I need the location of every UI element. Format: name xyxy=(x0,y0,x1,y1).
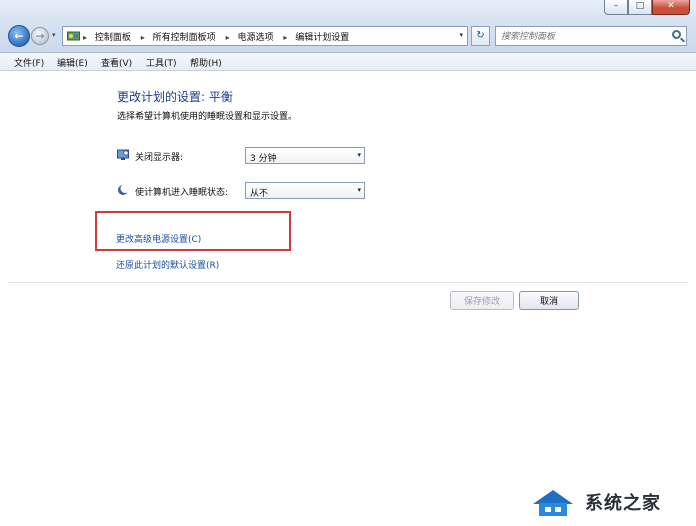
breadcrumb-separator[interactable]: ▸ xyxy=(141,33,145,42)
menu-tools[interactable]: 工具(T) xyxy=(146,56,177,69)
search-input[interactable] xyxy=(499,29,668,45)
house-logo-icon xyxy=(533,490,573,516)
restore-defaults-link[interactable]: 还原此计划的默认设置(R) xyxy=(116,258,219,271)
recent-pages-dropdown[interactable]: ▾ xyxy=(52,31,56,39)
divider xyxy=(8,282,688,283)
display-off-value: 3 分钟 xyxy=(250,154,277,164)
search-icon[interactable] xyxy=(672,30,681,39)
display-off-label: 关闭显示器: xyxy=(135,153,184,163)
breadcrumb-separator[interactable]: ▸ xyxy=(83,33,87,42)
menu-file[interactable]: 文件(F) xyxy=(14,56,44,69)
highlight-box xyxy=(95,211,291,251)
menu-help[interactable]: 帮助(H) xyxy=(190,56,222,69)
breadcrumb-separator[interactable]: ▸ xyxy=(226,33,230,42)
control-panel-window: – □ ✕ ← → ▾ ▸ 控制面板 ▸ 所有控制面板项 ▸ 电源选项 ▸ 编辑… xyxy=(0,0,696,526)
chevron-down-icon: ▾ xyxy=(357,186,361,194)
back-button[interactable]: ← xyxy=(8,25,30,47)
minimize-button[interactable]: – xyxy=(604,0,628,15)
sleep-label: 使计算机进入睡眠状态: xyxy=(135,188,229,198)
cancel-button[interactable]: 取消 xyxy=(519,291,579,310)
menu-bar: 文件(F) 编辑(E) 查看(V) 工具(T) 帮助(H) xyxy=(0,53,696,71)
title-bar: – □ ✕ ← → ▾ ▸ 控制面板 ▸ 所有控制面板项 ▸ 电源选项 ▸ 编辑… xyxy=(0,0,696,53)
page-title: 更改计划的设置: 平衡 xyxy=(117,90,233,104)
breadcrumb: ▸ 控制面板 ▸ 所有控制面板项 ▸ 电源选项 ▸ 编辑计划设置 xyxy=(83,30,356,43)
forward-button[interactable]: → xyxy=(31,27,49,45)
minimize-icon: – xyxy=(613,1,619,11)
monitor-icon xyxy=(117,149,129,160)
page-subtitle: 选择希望计算机使用的睡眠设置和显示设置。 xyxy=(117,112,298,122)
watermark-text: 系统之家 xyxy=(585,493,661,514)
advanced-power-settings-link[interactable]: 更改高级电源设置(C) xyxy=(116,232,201,245)
breadcrumb-edit-plan[interactable]: 编辑计划设置 xyxy=(295,30,349,43)
refresh-icon: ↻ xyxy=(476,30,485,41)
chevron-down-icon: ▾ xyxy=(357,151,361,159)
menu-edit[interactable]: 编辑(E) xyxy=(57,56,88,69)
sleep-value: 从不 xyxy=(250,189,269,199)
watermark: 系统之家 xyxy=(525,478,695,524)
breadcrumb-separator[interactable]: ▸ xyxy=(283,33,287,42)
search-box[interactable] xyxy=(495,26,687,46)
close-button[interactable]: ✕ xyxy=(652,0,690,15)
close-icon: ✕ xyxy=(667,1,675,11)
save-changes-button[interactable]: 保存修改 xyxy=(450,291,514,310)
display-off-select[interactable]: 3 分钟 ▾ xyxy=(245,147,365,164)
maximize-icon: □ xyxy=(635,1,645,11)
forward-arrow-icon: → xyxy=(35,29,45,43)
sleep-select[interactable]: 从不 ▾ xyxy=(245,182,365,199)
moon-icon xyxy=(118,184,129,195)
address-bar[interactable]: ▸ 控制面板 ▸ 所有控制面板项 ▸ 电源选项 ▸ 编辑计划设置 ▾ xyxy=(62,26,468,46)
maximize-button[interactable]: □ xyxy=(628,0,652,15)
address-dropdown-icon[interactable]: ▾ xyxy=(459,31,463,39)
breadcrumb-all-items[interactable]: 所有控制面板项 xyxy=(153,30,216,43)
breadcrumb-power-options[interactable]: 电源选项 xyxy=(237,30,273,43)
main-content: 更改计划的设置: 平衡 选择希望计算机使用的睡眠设置和显示设置。 关闭显示器: … xyxy=(0,71,696,526)
control-panel-icon xyxy=(67,31,80,41)
breadcrumb-control-panel[interactable]: 控制面板 xyxy=(95,30,131,43)
menu-view[interactable]: 查看(V) xyxy=(101,56,132,69)
refresh-button[interactable]: ↻ xyxy=(471,26,490,46)
back-arrow-icon: ← xyxy=(14,29,24,43)
